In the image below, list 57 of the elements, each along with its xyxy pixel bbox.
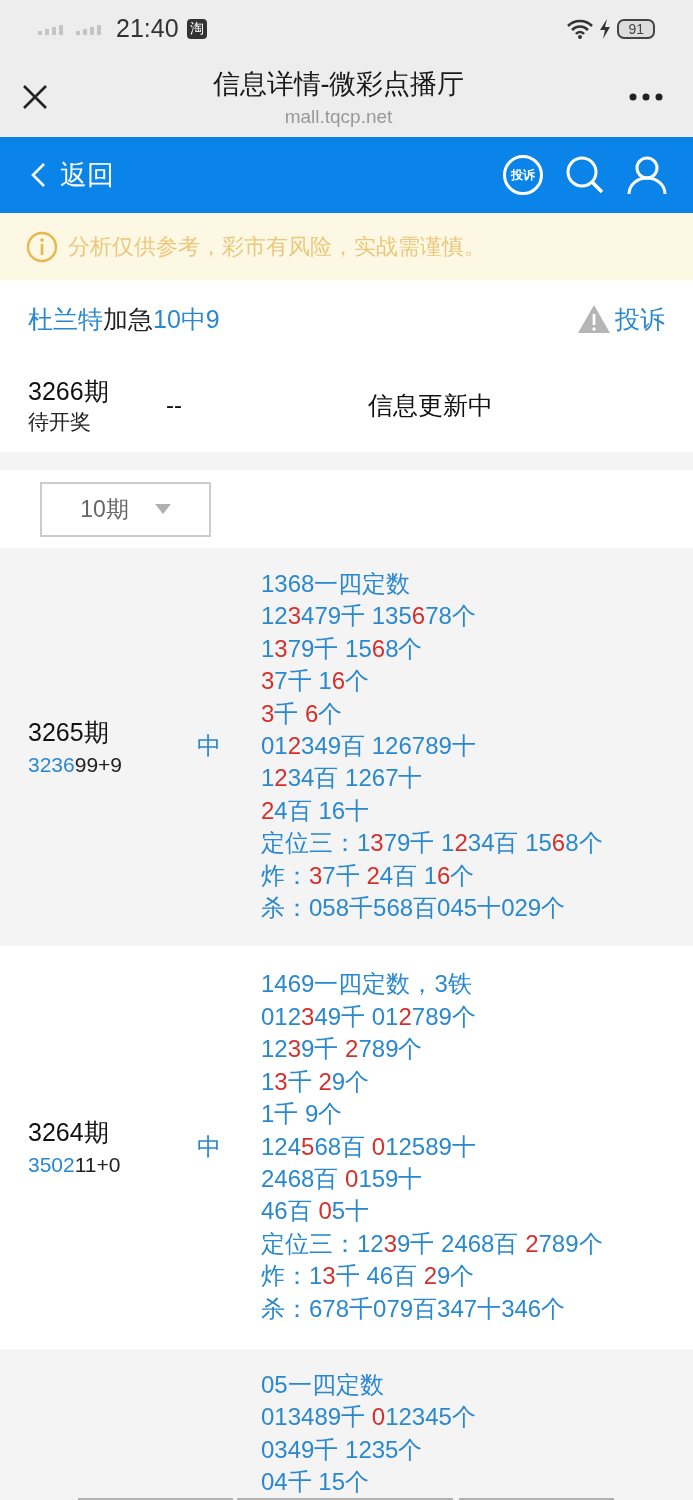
dropdown-caret-icon bbox=[154, 504, 171, 514]
search-icon[interactable] bbox=[565, 155, 605, 195]
prediction-line: 1239千 2789个 bbox=[261, 1034, 424, 1065]
status-time: 21:40 bbox=[116, 14, 179, 43]
more-icon[interactable] bbox=[629, 93, 663, 101]
prediction-line: 2468百 0159十 bbox=[261, 1163, 424, 1194]
charging-icon bbox=[599, 18, 612, 39]
prediction-line: 46百 05十 bbox=[261, 1196, 371, 1227]
period-number: 3266期 bbox=[28, 375, 110, 407]
prediction-line: 0349千 1235个 bbox=[261, 1434, 424, 1465]
prediction-line: 1379千 1568个 bbox=[261, 633, 424, 664]
user-icon[interactable] bbox=[627, 155, 667, 195]
complain-button[interactable]: 投诉 bbox=[503, 155, 543, 195]
prediction-line: 123479千 135678个 bbox=[261, 601, 477, 632]
prediction-line: 炸：13千 46百 29个 bbox=[261, 1261, 476, 1292]
prediction-line: 012349千 012789个 bbox=[261, 1001, 477, 1032]
period-dropdown[interactable]: 10期 bbox=[40, 481, 211, 537]
prediction-line: 13千 29个 bbox=[261, 1066, 371, 1097]
period-number: 3265期 bbox=[28, 716, 110, 748]
prediction-line: 24百 16十 bbox=[261, 795, 371, 826]
prediction-line: 3千 6个 bbox=[261, 698, 344, 729]
prediction-line: 1469一四定数，3铁 bbox=[261, 969, 473, 1000]
info-icon bbox=[26, 230, 58, 263]
update-status: 信息更新中 bbox=[368, 389, 493, 421]
expert-title: 杜兰特加急10中9 bbox=[28, 303, 220, 335]
draw-result: -- bbox=[166, 391, 183, 419]
prediction-line: 04千 15个 bbox=[261, 1467, 371, 1498]
prediction-line: 1千 9个 bbox=[261, 1099, 344, 1130]
prediction-line: 124568百 012589十 bbox=[261, 1131, 477, 1162]
draw-numbers: 323699+9 bbox=[28, 752, 124, 777]
back-button[interactable]: 返回 bbox=[30, 157, 114, 193]
draw-numbers: 350211+0 bbox=[28, 1153, 122, 1178]
prediction-line: 定位三：1239千 2468百 2789个 bbox=[261, 1228, 603, 1259]
battery-icon: 91 bbox=[617, 18, 655, 39]
prediction-line: 012349百 126789十 bbox=[261, 731, 477, 762]
close-icon[interactable] bbox=[22, 84, 48, 110]
prediction-line: 1368一四定数 bbox=[261, 569, 412, 599]
warning-icon bbox=[577, 304, 611, 334]
draw-status: 待开奖 bbox=[28, 408, 92, 435]
wifi-icon bbox=[567, 18, 594, 39]
page-title: 信息详情-微彩点播厅 bbox=[211, 68, 466, 101]
prediction-line: 杀：678千079百347十346个 bbox=[261, 1293, 567, 1324]
prediction-line: 杀：058千568百045十029个 bbox=[261, 893, 567, 924]
chevron-left-icon bbox=[30, 162, 46, 188]
page-url: mall.tqcp.net bbox=[283, 106, 394, 128]
hit-result: 中 bbox=[197, 732, 221, 760]
complain-link[interactable]: 投诉 bbox=[577, 302, 665, 336]
prediction-line: 05一四定数 bbox=[261, 1369, 385, 1400]
prediction-line: 定位三：1379千 1234百 1568个 bbox=[261, 828, 603, 859]
prediction-line: 37千 16个 bbox=[261, 666, 371, 697]
app-badge: 淘 bbox=[186, 18, 207, 39]
period-number: 3264期 bbox=[28, 1117, 110, 1149]
notice-text: 分析仅供参考，彩市有风险，实战需谨慎。 bbox=[68, 232, 486, 261]
prediction-line: 炸：37千 24百 16个 bbox=[261, 860, 476, 891]
hit-result: 中 bbox=[197, 1132, 221, 1160]
prediction-line: 013489千 012345个 bbox=[261, 1402, 476, 1433]
prediction-line: 1234百 1267十 bbox=[261, 763, 424, 794]
